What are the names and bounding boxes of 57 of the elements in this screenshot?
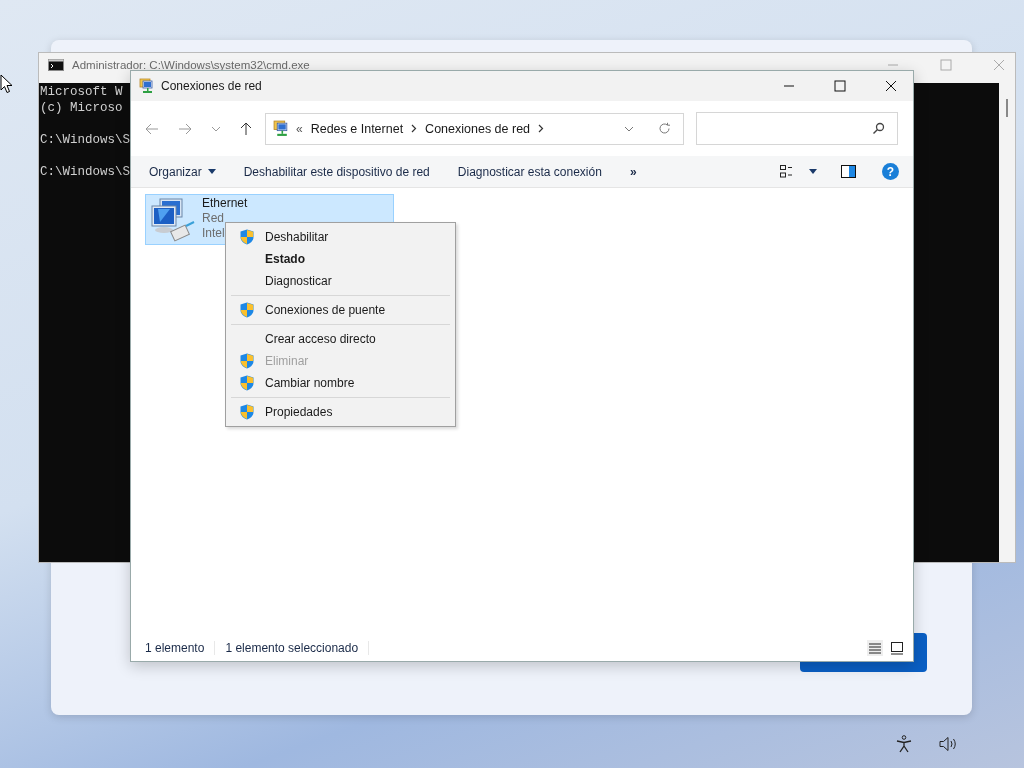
view-options-icon[interactable] <box>780 165 793 178</box>
help-button[interactable]: ? <box>882 163 899 180</box>
volume-icon[interactable] <box>939 736 959 752</box>
menu-item[interactable]: Conexiones de puente <box>229 299 452 321</box>
toolbar-button[interactable]: Diagnosticar esta conexión <box>447 160 612 183</box>
network-folder-icon <box>273 120 290 137</box>
more-commands-button[interactable]: » <box>619 160 647 183</box>
search-field[interactable] <box>696 112 898 145</box>
window-title: Conexiones de red <box>161 79 262 93</box>
item-detail: Intel <box>202 226 226 241</box>
back-arrow-icon[interactable] <box>145 122 159 135</box>
item-detail: Red <box>202 211 225 226</box>
caret-icon <box>207 169 216 174</box>
up-arrow-icon[interactable] <box>240 121 252 136</box>
maximize-icon[interactable] <box>834 80 846 92</box>
shield-icon <box>240 229 254 245</box>
mouse-cursor-icon <box>0 74 13 94</box>
accessibility-icon[interactable] <box>895 735 913 753</box>
close-icon[interactable] <box>885 80 897 92</box>
breadcrumb[interactable]: Conexiones de red <box>425 121 531 136</box>
overflow-chevron[interactable]: « <box>296 121 303 136</box>
refresh-icon[interactable] <box>658 122 671 135</box>
shield-icon <box>240 353 254 369</box>
menu-item[interactable]: Estado <box>229 248 452 270</box>
menu-item[interactable]: Crear acceso directo <box>229 328 452 350</box>
network-adapter-icon <box>148 196 196 244</box>
scrollbar-thumb[interactable] <box>1006 99 1008 117</box>
chevron-down-icon[interactable] <box>624 125 634 132</box>
details-view-icon[interactable] <box>867 640 883 656</box>
chevron-right-icon[interactable] <box>538 124 545 133</box>
network-folder-icon <box>139 78 155 94</box>
menu-item[interactable]: Diagnosticar <box>229 270 452 292</box>
caret-icon[interactable] <box>809 169 817 174</box>
chevron-right-icon[interactable] <box>411 124 418 133</box>
item-name: Ethernet <box>202 196 248 211</box>
console-icon <box>48 59 64 71</box>
large-icons-view-icon[interactable] <box>889 640 905 656</box>
status-text: 1 elemento seleccionado <box>225 641 370 655</box>
console-line: (c) Microso <box>40 100 123 116</box>
address-bar[interactable]: « Redes e Internet Conexiones de red <box>265 112 684 145</box>
search-icon <box>872 122 885 135</box>
toolbar-button[interactable]: Deshabilitar este dispositivo de red <box>233 160 440 183</box>
console-line: C:\Windows\S <box>40 132 130 148</box>
console-line: Microsoft W <box>40 84 123 100</box>
shield-icon <box>240 404 254 420</box>
status-text: 1 elemento <box>145 641 216 655</box>
window-title: Administrador: C:\Windows\system32\cmd.exe <box>72 59 310 71</box>
menu-item[interactable]: Cambiar nombre <box>229 372 452 394</box>
menu-item[interactable]: Propiedades <box>229 401 452 423</box>
organize-menu-button[interactable]: Organizar <box>139 160 226 183</box>
breadcrumb[interactable]: Redes e Internet <box>310 121 404 136</box>
shield-icon <box>240 375 254 391</box>
preview-pane-icon[interactable] <box>841 165 856 178</box>
shield-icon <box>240 302 254 318</box>
console-line: C:\Windows\S <box>40 164 130 180</box>
forward-arrow-icon[interactable] <box>178 122 192 135</box>
chevron-down-icon[interactable] <box>211 125 221 132</box>
